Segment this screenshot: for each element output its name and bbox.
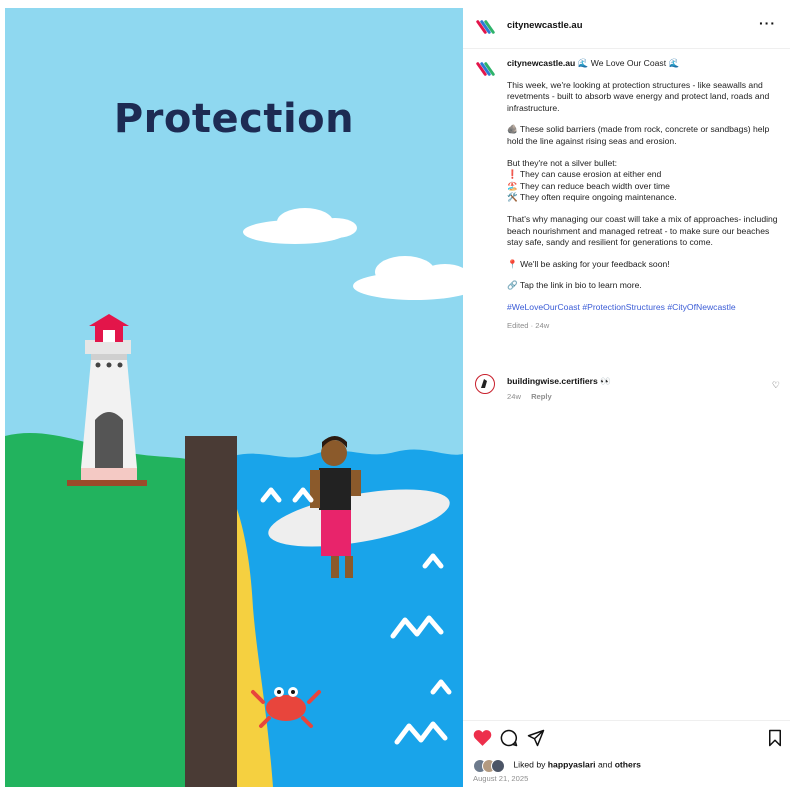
reply-button[interactable]: Reply — [531, 392, 552, 401]
comment-icon[interactable] — [500, 729, 518, 747]
share-icon[interactable] — [527, 729, 545, 747]
comment-time: 24w — [507, 392, 521, 401]
edited-timestamp: Edited · 24w — [507, 320, 550, 330]
account-name[interactable]: citynewcastle.au — [507, 20, 583, 31]
liker-username[interactable]: happyaslari — [548, 759, 596, 769]
caption-paragraph: 🔗 Tap the link in bio to learn more. — [507, 280, 642, 291]
account-logo-icon[interactable] — [475, 18, 496, 36]
image-title: Protection — [113, 96, 355, 142]
liker-avatars[interactable] — [473, 759, 509, 773]
comment-meta: 24w Reply — [507, 392, 560, 401]
likes-others-link[interactable]: others — [615, 759, 641, 769]
likes-prefix: Liked by — [513, 759, 546, 770]
caption-paragraph: This week, we're looking at protection s… — [507, 79, 770, 113]
caption-paragraph: 📍 We'll be asking for your feedback soon… — [507, 258, 670, 269]
likes-mid: and — [597, 759, 613, 770]
caption-paragraphs: This week, we're looking at protection s… — [507, 80, 787, 292]
post-details-panel: citynewcastle.au ··· citynewcastle.au 🌊 … — [463, 0, 790, 787]
save-bookmark-icon[interactable] — [768, 729, 782, 747]
comment-username[interactable]: buildingwise.certifiers — [507, 376, 598, 386]
comment-username-line: buildingwise.certifiers 👀 — [507, 376, 611, 387]
commenter-avatar[interactable] — [475, 374, 495, 394]
comment-like-heart-icon[interactable]: ♡ — [772, 380, 780, 391]
caption-paragraph: 🪨 These solid barriers (made from rock, … — [507, 124, 770, 146]
caption-author-logo-icon[interactable] — [475, 60, 496, 78]
post-viewer: Protection citynewcastle.au ··· citynewc… — [0, 0, 790, 787]
comment-text: 👀 — [600, 376, 611, 386]
action-bar: Liked by happyaslari and others August 2… — [463, 720, 790, 788]
bird-icon — [481, 379, 487, 388]
caption-hashtags[interactable]: #WeLoveOurCoast #ProtectionStructures #C… — [507, 302, 787, 314]
grass-headland — [5, 433, 191, 787]
caption-paragraph: That's why managing our coast will take … — [507, 213, 778, 248]
more-horizontal-icon[interactable]: ··· — [759, 15, 776, 31]
like-heart-icon[interactable] — [473, 729, 492, 747]
post-header: citynewcastle.au ··· — [463, 0, 790, 49]
caption-title: 🌊 We Love Our Coast 🌊 — [577, 58, 680, 68]
caption-body: citynewcastle.au 🌊 We Love Our Coast 🌊 T… — [507, 58, 787, 331]
seawall — [185, 436, 237, 787]
likes-summary: Liked by happyaslari and others — [473, 759, 641, 773]
caption-paragraph: But they're not a silver bullet: ❗ They … — [507, 157, 677, 203]
post-date: August 21, 2025 — [473, 774, 529, 783]
caption-author[interactable]: citynewcastle.au — [507, 58, 575, 68]
caption-title-line: citynewcastle.au 🌊 We Love Our Coast 🌊 — [507, 58, 787, 70]
post-image[interactable]: Protection — [5, 8, 463, 787]
